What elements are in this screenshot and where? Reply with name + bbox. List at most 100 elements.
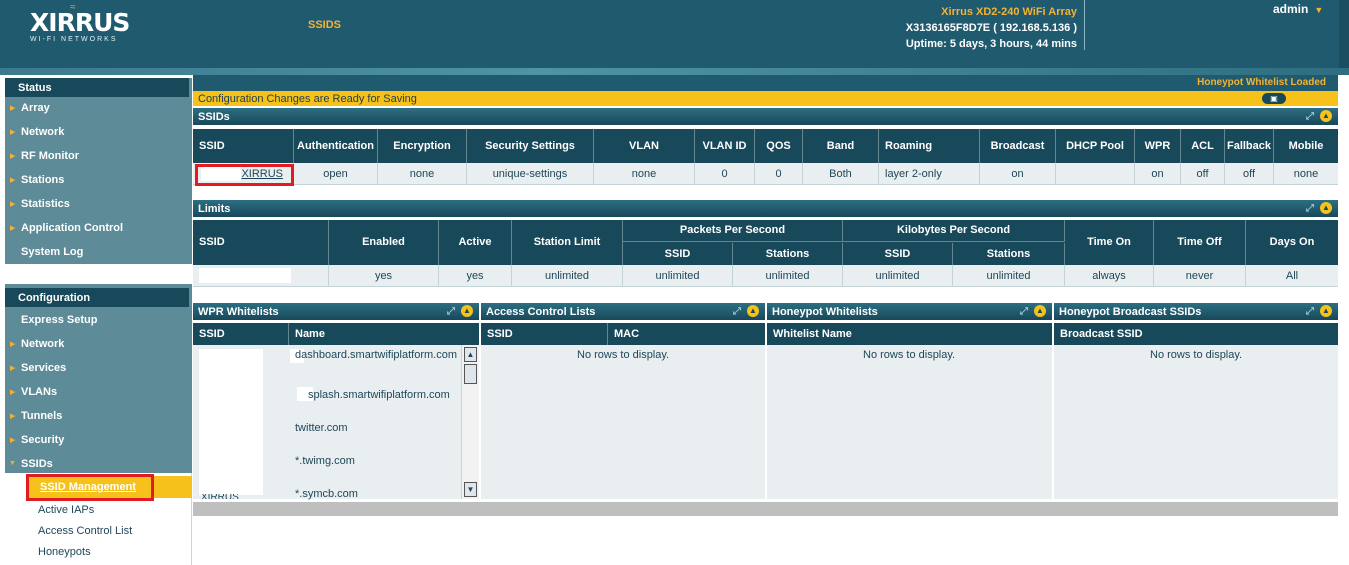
sidebar-item-system-log[interactable]: System Log (5, 242, 192, 262)
expand-icon[interactable]: ⤢ (1306, 306, 1314, 317)
col-authentication[interactable]: Authentication (294, 129, 378, 163)
scroll-up-icon[interactable]: ▲ (464, 347, 477, 362)
sidebar-heading-status[interactable]: Status (5, 78, 189, 97)
sidebar-item-network[interactable]: Network (5, 122, 192, 142)
xirrus-logo[interactable]: XIRRUS WI-FI NETWORKS ≈ (30, 2, 130, 43)
sidebar-item-ids-event-log[interactable]: IDS Event Log (5, 266, 192, 286)
cell-pps-ssid: unlimited (623, 265, 733, 286)
expand-icon[interactable]: ⤢ (1306, 203, 1314, 214)
sidebar-item-array[interactable]: Array (5, 98, 192, 118)
wpr-item[interactable]: *.twimg.com (295, 455, 355, 468)
scroll-thumb[interactable] (464, 364, 477, 384)
honeypot-table-header: Whitelist Name (767, 323, 1052, 345)
sidebar-item-active-iaps[interactable]: Active IAPs (38, 504, 94, 516)
collapse-icon[interactable]: ▲ (1320, 110, 1332, 122)
col-vlan[interactable]: VLAN (594, 129, 695, 163)
col-days-on[interactable]: Days On (1246, 220, 1338, 265)
collapse-icon[interactable]: ▲ (461, 305, 473, 317)
col-whitelist-name[interactable]: Whitelist Name (767, 323, 1052, 345)
wpr-scrollbar[interactable]: ▲ ▼ (461, 345, 479, 499)
col-qos[interactable]: QOS (755, 129, 803, 163)
section-title: SSIDS (308, 19, 342, 31)
col-mobile[interactable]: Mobile (1274, 129, 1338, 163)
col-acl[interactable]: ACL (1181, 129, 1225, 163)
sidebar-item-stations[interactable]: Stations (5, 170, 192, 190)
limits-panel-header: Limits ⤢ ▲ (193, 200, 1338, 217)
col-dhcp-pool[interactable]: DHCP Pool (1056, 129, 1135, 163)
user-menu[interactable]: admin ▼ (1273, 2, 1323, 16)
cell-band: Both (803, 163, 879, 184)
col-ssid[interactable]: SSID (481, 323, 608, 345)
sidebar-item-vlans[interactable]: VLANs (5, 382, 192, 402)
sidebar-heading-configuration[interactable]: Configuration (5, 288, 189, 307)
acl-empty-message: No rows to display. (577, 349, 670, 361)
col-kbps-ssid[interactable]: SSID (843, 243, 953, 265)
col-encryption[interactable]: Encryption (378, 129, 467, 163)
col-ssid[interactable]: SSID (193, 129, 294, 163)
collapse-icon[interactable]: ▲ (1320, 305, 1332, 317)
sidebar-item-services[interactable]: Services (5, 358, 192, 378)
col-kilobytes-per-second[interactable]: Kilobytes Per Second (843, 220, 1065, 242)
cell-days-on: All (1285, 269, 1299, 282)
expand-icon[interactable]: ⤢ (733, 306, 741, 317)
expand-icon[interactable]: ⤢ (447, 306, 455, 317)
sidebar-item-statistics[interactable]: Statistics (5, 194, 192, 214)
scroll-down-icon[interactable]: ▼ (464, 482, 477, 497)
col-wpr[interactable]: WPR (1135, 129, 1181, 163)
sidebar-item-ssids[interactable]: SSIDs (5, 454, 192, 474)
col-vlan-id[interactable]: VLAN ID (695, 129, 755, 163)
ssids-table-row[interactable]: XIRRUS open none unique-settings none 0 … (193, 163, 1338, 185)
wpr-item[interactable]: *.symcb.com (295, 488, 358, 501)
collapse-icon[interactable]: ▲ (1320, 202, 1332, 214)
col-roaming[interactable]: Roaming (879, 129, 980, 163)
cell-roaming: layer 2-only (879, 163, 980, 184)
sidebar-item-access-control-list[interactable]: Access Control List (38, 525, 132, 537)
col-pps-ssid[interactable]: SSID (623, 243, 733, 265)
save-icon[interactable]: ▣ (1262, 93, 1286, 104)
col-name[interactable]: Name (289, 323, 479, 345)
col-kbps-stations[interactable]: Stations (953, 243, 1065, 265)
footer-bar (193, 502, 1338, 516)
collapse-icon[interactable]: ▲ (1034, 305, 1046, 317)
sidebar-item-security[interactable]: Security (5, 430, 192, 450)
user-name: admin (1273, 2, 1309, 16)
col-security-settings[interactable]: Security Settings (467, 129, 594, 163)
wpr-item[interactable]: splash.smartwifiplatform.com (308, 389, 450, 402)
col-pps-stations[interactable]: Stations (733, 243, 843, 265)
sidebar-item-express-setup[interactable]: Express Setup (5, 310, 192, 330)
wifi-icon: ≈ (70, 2, 76, 13)
cell-kbps-ssid: unlimited (843, 265, 953, 286)
collapse-icon[interactable]: ▲ (747, 305, 759, 317)
honeypot-broadcast-panel-header: Honeypot Broadcast SSIDs ⤢ ▲ (1054, 303, 1338, 320)
sidebar-item-honeypots[interactable]: Honeypots (38, 546, 91, 558)
expand-icon[interactable]: ⤢ (1020, 306, 1028, 317)
col-fallback[interactable]: Fallback (1225, 129, 1274, 163)
col-ssid[interactable]: SSID (193, 220, 329, 265)
expand-icon[interactable]: ⤢ (1306, 111, 1314, 122)
col-time-off[interactable]: Time Off (1154, 220, 1246, 265)
col-band[interactable]: Band (803, 129, 879, 163)
limits-panel-title: Limits (198, 203, 231, 215)
sidebar-item-tunnels[interactable]: Tunnels (5, 406, 192, 426)
limits-table-row[interactable]: yes yes unlimited unlimited unlimited un… (193, 265, 1338, 287)
col-packets-per-second[interactable]: Packets Per Second (623, 220, 843, 242)
device-id: X3136165F8D7E ( 192.168.5.136 ) (905, 22, 1077, 34)
sidebar-item-config-network[interactable]: Network (5, 334, 192, 354)
col-station-limit[interactable]: Station Limit (512, 220, 623, 265)
col-mac[interactable]: MAC (608, 323, 765, 345)
col-time-on[interactable]: Time On (1065, 220, 1154, 265)
col-enabled[interactable]: Enabled (329, 220, 439, 265)
ssids-panel-title: SSIDs (198, 111, 230, 123)
wpr-item[interactable]: twitter.com (295, 422, 348, 435)
sidebar-item-rf-monitor[interactable]: RF Monitor (5, 146, 192, 166)
header-edge (1339, 0, 1349, 68)
col-broadcast[interactable]: Broadcast (980, 129, 1056, 163)
sidebar-item-application-control[interactable]: Application Control (5, 218, 192, 238)
wpr-item[interactable]: dashboard.smartwifiplatform.com (295, 349, 457, 362)
honeypot-broadcast-panel-title: Honeypot Broadcast SSIDs (1059, 306, 1202, 318)
col-ssid[interactable]: SSID (193, 323, 289, 345)
honeypot-broadcast-empty-message: No rows to display. (1150, 349, 1243, 361)
device-info: Xirrus XD2-240 WiFi Array X3136165F8D7E … (906, 4, 1077, 52)
col-broadcast-ssid[interactable]: Broadcast SSID (1054, 323, 1338, 345)
col-active[interactable]: Active (439, 220, 512, 265)
